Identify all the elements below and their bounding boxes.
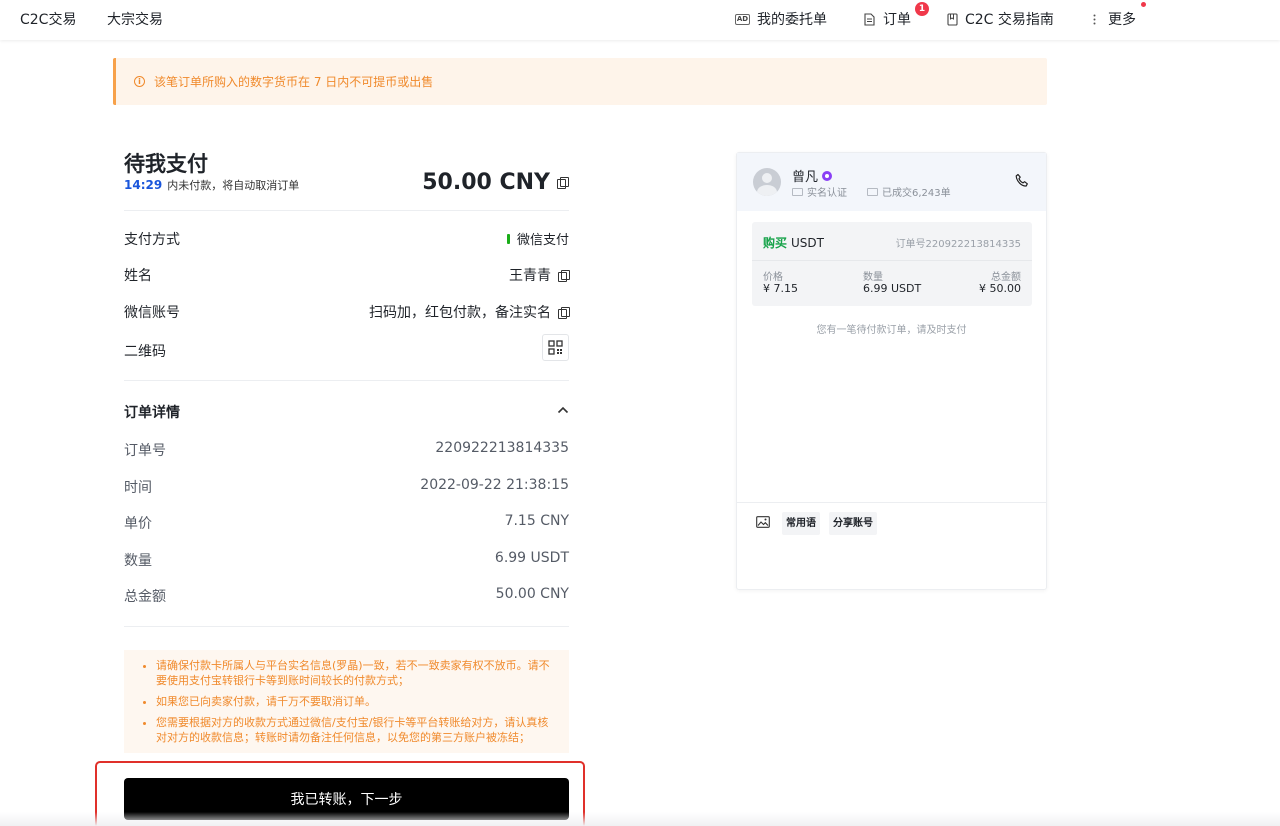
document-icon xyxy=(864,12,875,26)
name-label: 姓名 xyxy=(124,268,152,284)
verified-badge-icon xyxy=(822,170,833,181)
quantity-value: 6.99 USDT xyxy=(494,550,569,566)
chevron-up-icon[interactable] xyxy=(557,406,569,414)
warning-banner: i 该笔订单所购入的数字货币在 7 日内不可提币或出售 xyxy=(113,58,1047,105)
payment-amount-value: 50.00 CNY xyxy=(422,170,550,195)
wechat-account-text: 扫码加，红包付款，备注实名 xyxy=(369,305,551,321)
ad-icon: AD xyxy=(735,13,750,25)
nav-c2c-link[interactable]: C2C交易 xyxy=(20,9,76,29)
quick-phrases-button[interactable]: 常用语 xyxy=(782,512,820,535)
nav-more-label: 更多 xyxy=(1108,12,1136,28)
nav-orders[interactable]: 订单 xyxy=(864,9,911,29)
copy-icon[interactable] xyxy=(558,269,570,282)
warning-banner-text: 该笔订单所购入的数字货币在 7 日内不可提币或出售 xyxy=(154,75,434,89)
phone-icon[interactable] xyxy=(1015,173,1029,188)
countdown-text: 内未付款，将自动取消订单 xyxy=(167,179,300,192)
confirm-transfer-button[interactable]: 我已转账，下一步 xyxy=(124,778,569,820)
qr-code-button[interactable] xyxy=(542,334,569,361)
divider xyxy=(124,210,569,211)
wechat-account-value: 扫码加，红包付款，备注实名 xyxy=(369,302,570,322)
order-number-value: 220922213814335 xyxy=(435,440,569,456)
wechat-indicator xyxy=(506,233,510,244)
share-account-button[interactable]: 分享账号 xyxy=(829,512,877,535)
avatar xyxy=(753,168,781,196)
tip-item: 如果您已向卖家付款，请千万不要取消订单。 xyxy=(156,694,559,709)
name-value: 王青青 xyxy=(509,265,570,285)
seller-verified-text: 实名认证 xyxy=(807,188,847,199)
page-title: 待我支付 xyxy=(124,152,208,176)
total-amount-value: 50.00 CNY xyxy=(495,586,569,602)
id-card-icon xyxy=(792,187,803,196)
payment-tips: 请确保付款卡所属人与平台实名信息(罗晶)一致，若不一致卖家有权不放币。请不要使用… xyxy=(124,650,569,753)
qr-code-label: 二维码 xyxy=(124,344,166,360)
countdown-timer: 14:29 xyxy=(124,178,163,192)
seller-name[interactable]: 曾凡 xyxy=(792,166,833,185)
payment-method-text: 微信支付 xyxy=(516,233,569,248)
quantity-label: 数量 xyxy=(863,272,883,283)
chat-panel: 曾凡 实名认证 已成交6,243单 购买 USDT 订单号220922213814… xyxy=(736,152,1047,590)
order-details-title: 订单详情 xyxy=(124,405,180,421)
id-card-icon xyxy=(867,187,878,196)
chat-header: 曾凡 实名认证 已成交6,243单 xyxy=(737,153,1046,211)
countdown: 14:29 内未付款，将自动取消订单 xyxy=(124,177,299,193)
tip-item: 请确保付款卡所属人与平台实名信息(罗晶)一致，若不一致卖家有权不放币。请不要使用… xyxy=(156,658,559,688)
divider xyxy=(124,380,569,381)
copy-icon[interactable] xyxy=(558,306,570,319)
nav-my-orders[interactable]: AD 我的委托单 xyxy=(735,9,827,29)
qr-code-icon xyxy=(548,340,563,355)
total-value: ¥ 50.00 xyxy=(979,282,1021,295)
notification-dot xyxy=(1141,2,1146,7)
nav-bulk-link[interactable]: 大宗交易 xyxy=(107,9,163,29)
buy-label: 购买 xyxy=(763,236,788,250)
divider xyxy=(737,502,1046,503)
nav-more[interactable]: 更多 xyxy=(1093,9,1136,29)
payment-amount: 50.00 CNY xyxy=(422,170,569,195)
seller-verified: 实名认证 xyxy=(792,184,847,199)
order-number: 订单号220922213814335 xyxy=(895,239,1021,250)
total-amount-label: 总金额 xyxy=(124,589,166,605)
name-text: 王青青 xyxy=(509,268,551,284)
book-icon xyxy=(947,12,958,26)
wechat-account-label: 微信账号 xyxy=(124,305,180,321)
payment-method-label: 支付方式 xyxy=(124,232,180,248)
seller-name-text: 曾凡 xyxy=(792,170,819,185)
nav-guide-label: C2C 交易指南 xyxy=(965,12,1054,28)
nav-orders-label: 订单 xyxy=(883,12,911,28)
order-type: 购买 USDT xyxy=(763,234,824,251)
order-time-value: 2022-09-22 21:38:15 xyxy=(420,477,569,493)
tip-item: 您需要根据对方的收款方式通过微信/支付宝/银行卡等平台转账给对方，请认真核对对方… xyxy=(156,715,559,745)
seller-deals-text: 已成交6,243单 xyxy=(882,188,951,199)
seller-deals: 已成交6,243单 xyxy=(867,184,951,199)
top-nav: C2C交易 大宗交易 AD 我的委托单 订单 1 C2C 交易指南 更多 xyxy=(0,0,1280,40)
divider xyxy=(752,260,1032,261)
order-number-label: 订单号 xyxy=(124,443,166,459)
orders-badge: 1 xyxy=(915,2,929,16)
nav-guide[interactable]: C2C 交易指南 xyxy=(947,9,1054,29)
nav-my-orders-label: 我的委托单 xyxy=(757,12,827,28)
info-icon: i xyxy=(134,76,145,87)
order-summary-card: 购买 USDT 订单号220922213814335 价格 ¥ 7.15 数量 6… xyxy=(752,222,1032,306)
more-dots-icon xyxy=(1093,14,1096,25)
chat-system-message: 您有一笔待付款订单，请及时支付 xyxy=(816,325,967,336)
quantity-value: 6.99 USDT xyxy=(863,282,922,295)
price-value: ¥ 7.15 xyxy=(763,282,798,295)
unit-price-label: 单价 xyxy=(124,516,152,532)
divider xyxy=(124,626,569,627)
quantity-label: 数量 xyxy=(124,553,152,569)
copy-icon[interactable] xyxy=(557,177,569,189)
payment-method-value: 微信支付 xyxy=(506,229,569,248)
order-time-label: 时间 xyxy=(124,480,152,496)
total-label: 总金额 xyxy=(991,272,1021,283)
image-upload-icon[interactable] xyxy=(756,516,770,528)
asset-label: USDT xyxy=(791,236,824,250)
price-label: 价格 xyxy=(763,272,783,283)
unit-price-value: 7.15 CNY xyxy=(504,513,569,529)
